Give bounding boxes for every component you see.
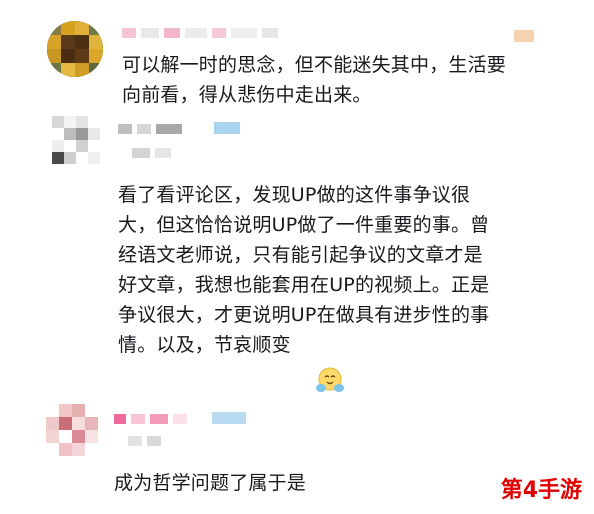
username-blurred-1[interactable] <box>122 28 278 38</box>
pixelated-avatar-image <box>46 404 98 456</box>
badge-blurred-2 <box>214 122 240 134</box>
badge-blurred-1 <box>514 30 534 42</box>
comment-text-2: 看了看评论区，发现UP做的这件事争议很 大，但这恰恰说明UP做了一件重要的事。曾… <box>118 184 490 357</box>
badge-blurred-3 <box>212 412 246 424</box>
user-meta-blurred-3 <box>128 436 161 446</box>
username-blurred-2[interactable] <box>118 124 182 134</box>
user-avatar-3[interactable] <box>46 404 98 456</box>
user-avatar-1[interactable] <box>47 21 103 77</box>
comment-text-1: 可以解一时的思念，但不能迷失其中，生活要 向前看，得从悲伤中走出来。 <box>122 54 507 107</box>
sunflower-avatar-image <box>47 21 103 77</box>
watermark-logo: 第4手游 <box>500 478 582 503</box>
hugging-face-icon <box>316 366 344 394</box>
user-meta-blurred-2 <box>132 148 171 158</box>
username-blurred-3[interactable] <box>114 414 187 424</box>
user-avatar-2[interactable] <box>52 116 100 164</box>
pixelated-avatar-image <box>52 116 100 164</box>
comment-text-3: 成为哲学问题了属于是 <box>114 472 307 494</box>
